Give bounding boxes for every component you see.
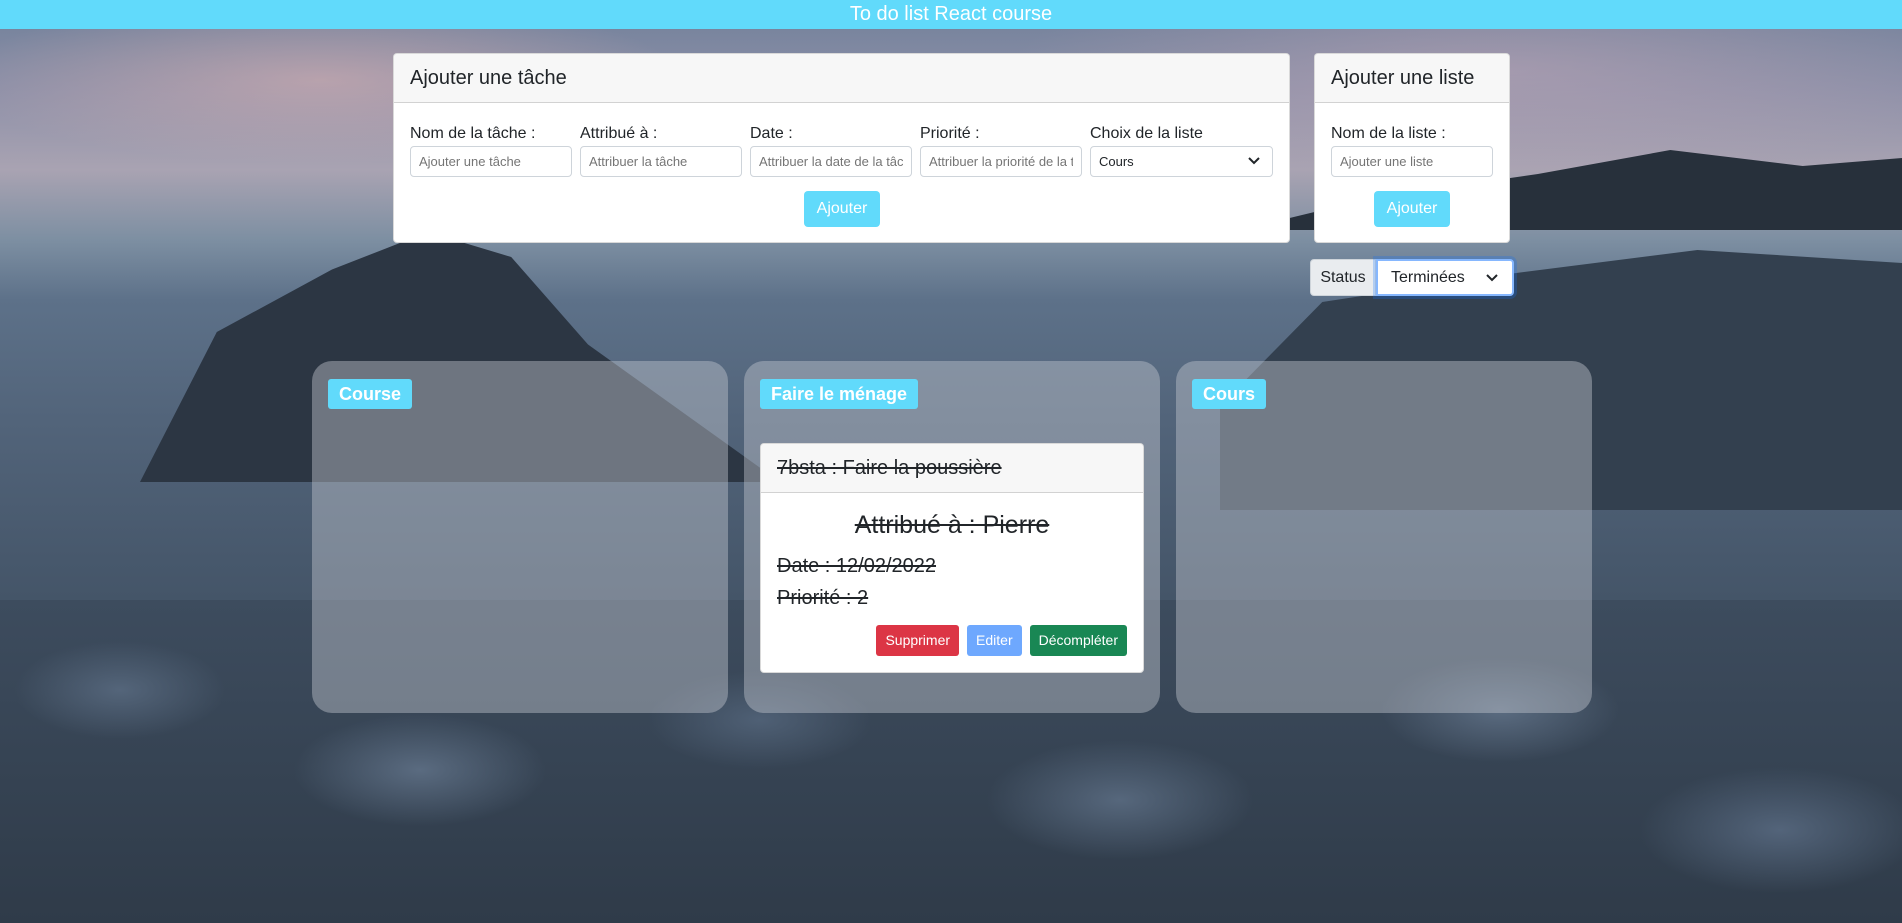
list-choice-select[interactable]: Cours <box>1090 146 1273 177</box>
list-name-input[interactable] <box>1331 146 1493 177</box>
task-assignee: Attribué à : Pierre <box>854 511 1050 539</box>
priority-input[interactable] <box>920 146 1082 177</box>
status-select[interactable]: Terminées <box>1376 259 1514 296</box>
app-title: To do list React course <box>849 3 1053 25</box>
list-column-menage: Faire le ménage 7bsta : Faire la poussiè… <box>744 361 1160 713</box>
status-value: Terminées <box>1391 269 1465 286</box>
date-label: Date : <box>750 125 793 142</box>
status-filter: Status Terminées <box>1310 259 1514 296</box>
task-card: 7bsta : Faire la poussière Attribué à : … <box>760 443 1144 673</box>
app-title-bar: To do list React course <box>0 0 1902 29</box>
assignee-input[interactable] <box>580 146 742 177</box>
task-name-input[interactable] <box>410 146 572 177</box>
list-title-badge: Cours <box>1192 379 1267 409</box>
edit-task-button[interactable]: Editer <box>967 625 1022 656</box>
chevron-down-icon <box>1248 151 1260 182</box>
task-date: Date : 12/02/2022 <box>777 555 937 577</box>
list-name-field-group: Nom de la liste : <box>1331 124 1493 177</box>
list-title-badge: Faire le ménage <box>760 379 919 409</box>
add-task-form: Nom de la tâche : Attribué à : Date : Pr… <box>410 124 1273 177</box>
list-column-cours: Cours <box>1176 361 1592 713</box>
date-field-group: Date : <box>750 124 912 177</box>
list-column-course: Course <box>312 361 728 713</box>
list-choice-label: Choix de la liste <box>1090 125 1203 142</box>
uncomplete-task-button[interactable]: Décompléter <box>1029 625 1127 656</box>
status-label: Status <box>1310 259 1376 296</box>
task-title: 7bsta : Faire la poussière <box>761 444 1143 493</box>
add-list-card: Ajouter une liste Nom de la liste : Ajou… <box>1314 53 1510 243</box>
task-name-field-group: Nom de la tâche : <box>410 124 572 177</box>
list-name-label: Nom de la liste : <box>1331 125 1446 142</box>
task-actions: Supprimer Editer Décompléter <box>876 625 1127 656</box>
add-task-button[interactable]: Ajouter <box>804 191 880 227</box>
priority-field-group: Priorité : <box>920 124 1082 177</box>
assignee-field-group: Attribué à : <box>580 124 742 177</box>
assignee-label: Attribué à : <box>580 125 658 142</box>
task-name-label: Nom de la tâche : <box>410 125 536 142</box>
add-list-form: Nom de la liste : <box>1331 124 1493 177</box>
date-input[interactable] <box>750 146 912 177</box>
list-choice-field-group: Choix de la liste Cours <box>1090 124 1273 177</box>
add-list-header: Ajouter une liste <box>1315 54 1509 103</box>
task-priority: Priorité : 2 <box>777 587 869 609</box>
add-task-header: Ajouter une tâche <box>394 54 1289 103</box>
delete-task-button[interactable]: Supprimer <box>876 625 960 656</box>
list-choice-value: Cours <box>1099 154 1134 169</box>
priority-label: Priorité : <box>920 125 980 142</box>
add-list-button[interactable]: Ajouter <box>1374 191 1450 227</box>
chevron-down-icon <box>1486 261 1498 306</box>
add-task-card: Ajouter une tâche Nom de la tâche : Attr… <box>393 53 1290 243</box>
list-title-badge: Course <box>328 379 413 409</box>
